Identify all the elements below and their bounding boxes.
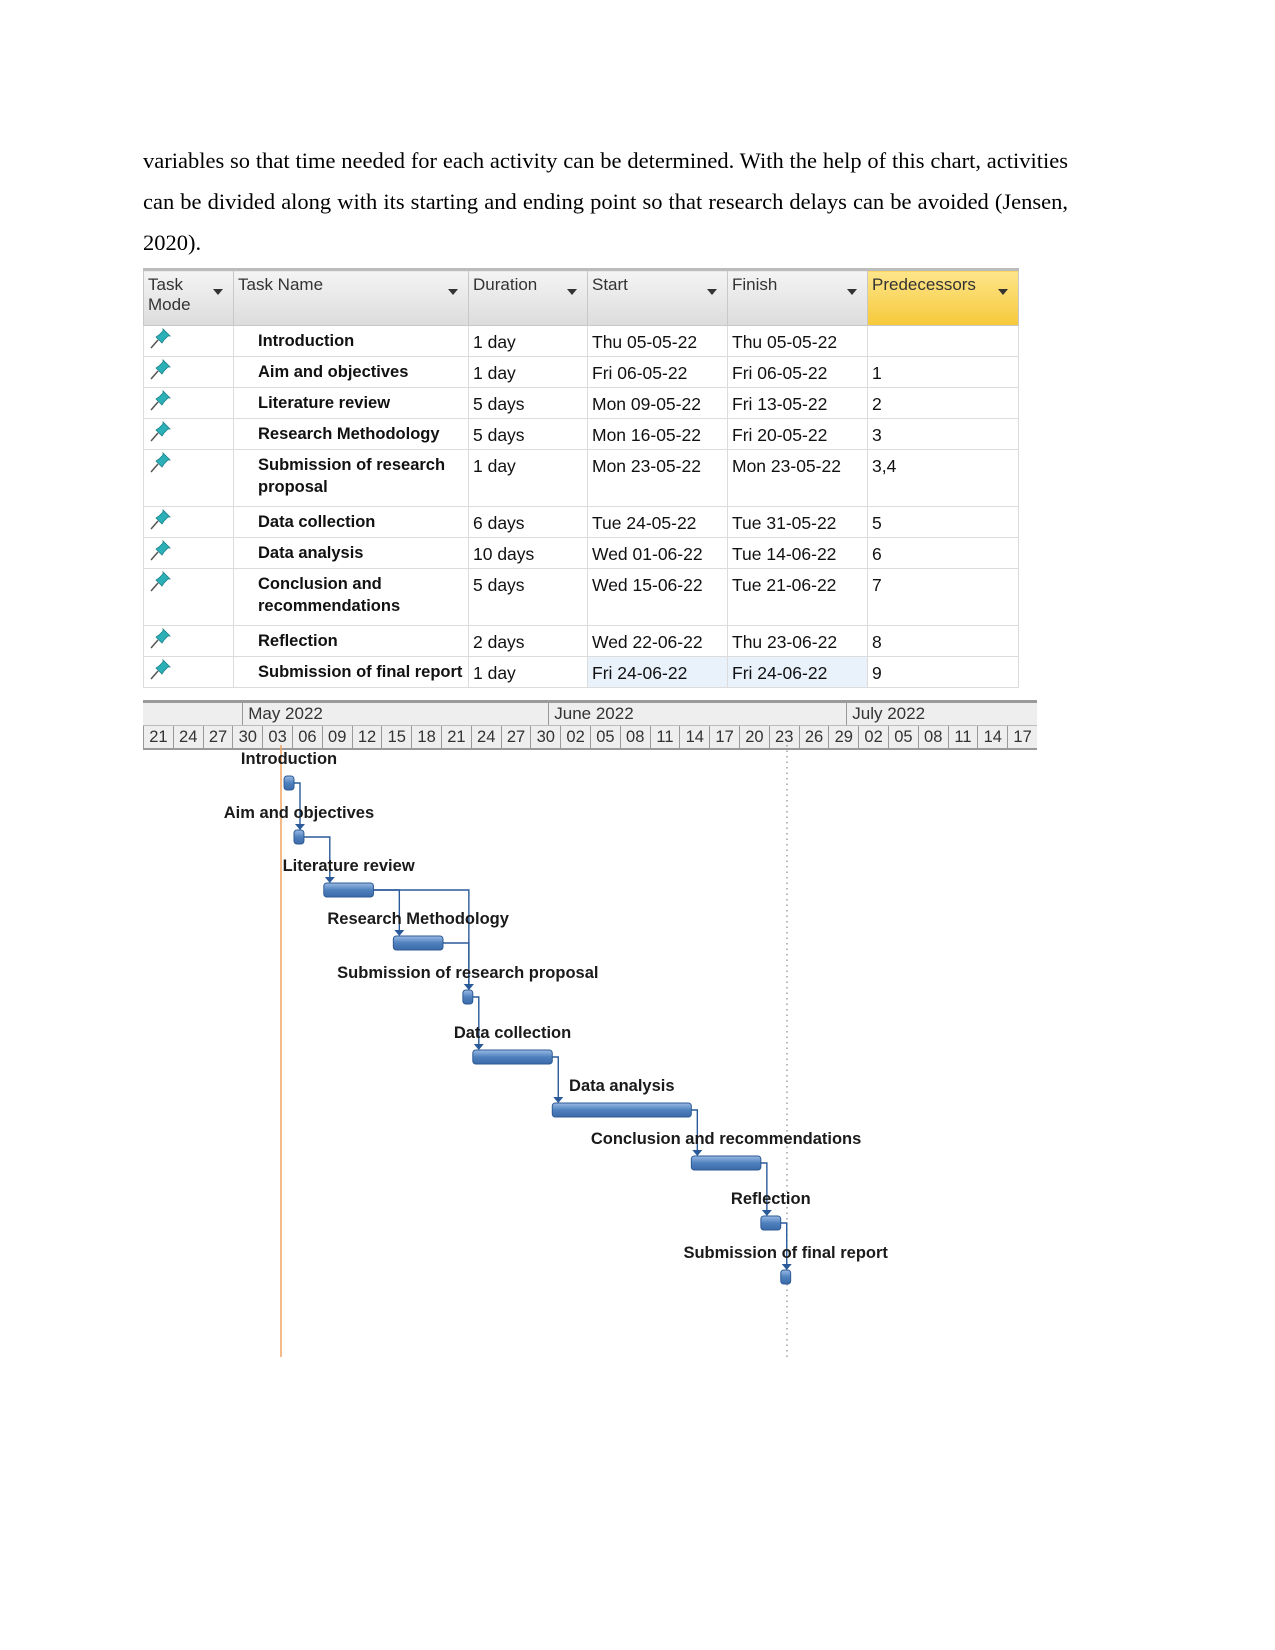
- task-bar-label: Submission of research proposal: [337, 964, 598, 982]
- task-bar[interactable]: [283, 775, 295, 791]
- task-bar-label: Conclusion and recommendations: [591, 1130, 861, 1148]
- task-bar[interactable]: [760, 1215, 782, 1231]
- task-bar[interactable]: [293, 829, 305, 845]
- task-bar[interactable]: [392, 935, 444, 951]
- task-bar-label: Introduction: [241, 750, 337, 768]
- task-bar-label: Data analysis: [569, 1077, 674, 1095]
- task-bar[interactable]: [323, 882, 374, 898]
- gantt-chart: Introduction Aim and objectives Literature…: [224, 745, 888, 1357]
- task-bar[interactable]: [780, 1269, 792, 1285]
- task-bar-label: Reflection: [731, 1190, 811, 1208]
- dependency-arrow-icon: [394, 930, 405, 936]
- dependency-arrow-icon: [324, 877, 335, 883]
- dependency-arrow-icon: [473, 1044, 484, 1050]
- dependency-link: [552, 1056, 559, 1098]
- task-bar[interactable]: [551, 1102, 692, 1118]
- task-bar-label: Aim and objectives: [224, 804, 374, 822]
- task-bar-label: Submission of final report: [683, 1244, 888, 1262]
- task-bar-label: Literature review: [283, 857, 415, 875]
- task-bar[interactable]: [690, 1155, 762, 1171]
- dependency-arrow-icon: [781, 1264, 792, 1270]
- dependency-arrow-icon: [295, 824, 305, 830]
- task-bar[interactable]: [462, 989, 474, 1005]
- dependency-arrow-icon: [553, 1097, 564, 1103]
- task-bar-label: Research Methodology: [327, 910, 509, 928]
- task-bar[interactable]: [472, 1049, 553, 1065]
- dependency-arrow-icon: [692, 1150, 703, 1156]
- dependency-arrow-icon: [463, 984, 474, 990]
- task-bar-label: Data collection: [454, 1024, 571, 1042]
- dependency-arrow-icon: [761, 1210, 772, 1216]
